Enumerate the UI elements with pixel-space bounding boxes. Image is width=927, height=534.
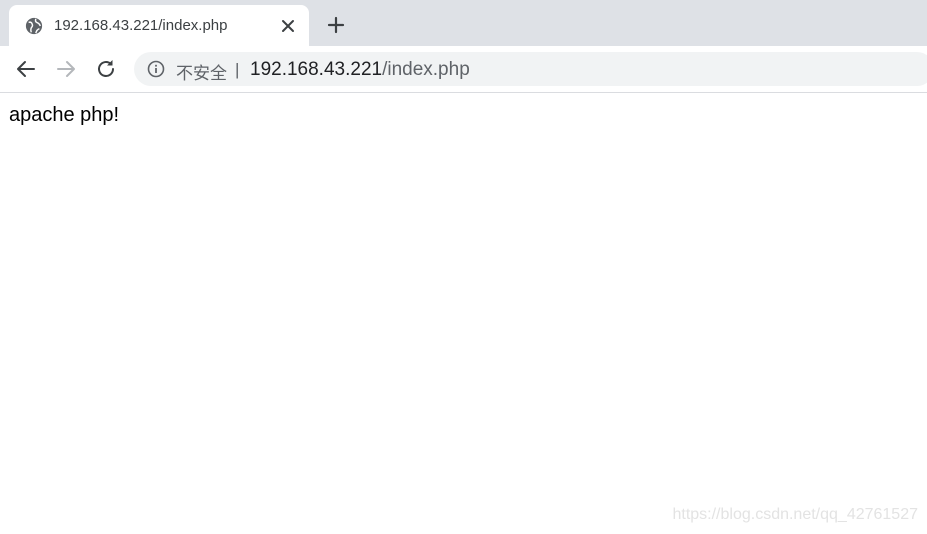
reload-icon[interactable]: [94, 57, 118, 81]
url-separator: |: [235, 60, 240, 79]
plus-icon[interactable]: [325, 14, 347, 36]
close-icon[interactable]: [279, 17, 297, 35]
address-bar[interactable]: 不安全 | 192.168.43.221/index.php: [134, 52, 927, 86]
toolbar: 不安全 | 192.168.43.221/index.php: [0, 46, 927, 93]
arrow-right-icon[interactable]: [54, 57, 78, 81]
tab-strip: 192.168.43.221/index.php: [0, 0, 927, 46]
tab-title: 192.168.43.221/index.php: [54, 17, 228, 34]
security-label: 不安全: [176, 64, 227, 84]
url-text[interactable]: 192.168.43.221/index.php: [250, 59, 470, 81]
url-path: /index.php: [382, 59, 470, 80]
info-icon[interactable]: [147, 60, 165, 78]
arrow-left-icon[interactable]: [14, 57, 38, 81]
watermark: https://blog.csdn.net/qq_42761527: [672, 506, 918, 523]
globe-icon: [25, 17, 43, 35]
active-tab[interactable]: 192.168.43.221/index.php: [9, 5, 309, 46]
url-host: 192.168.43.221: [250, 59, 383, 80]
page-body-text: apache php!: [9, 104, 120, 126]
